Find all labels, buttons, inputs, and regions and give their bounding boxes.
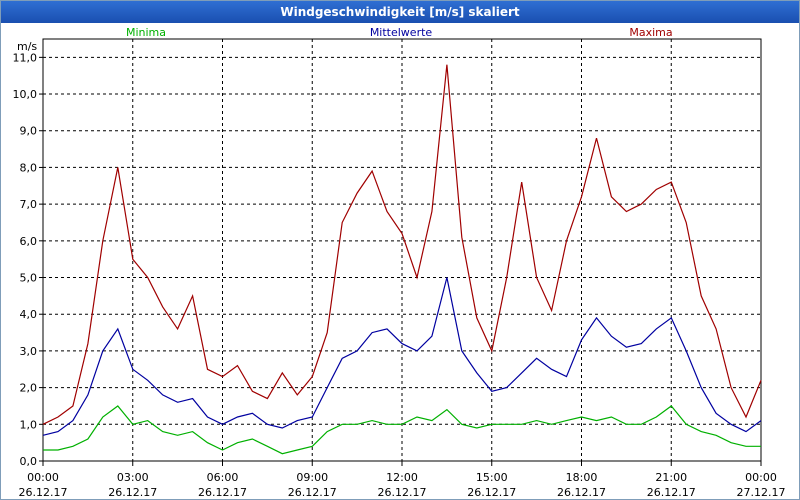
wind-speed-chart: 0,0 1,0 2,0 3,0 4,0 5,0 6,0 7,0 8,0 9,0 10,0 11,0 00… [13,26,786,499]
x-tick-date-label: 26.12.17 [557,486,606,499]
y-tick-label: 9,0 [20,125,38,138]
y-tick-label: 3,0 [20,345,38,358]
x-tick-time-label: 00:00 [745,471,777,484]
window-title: Windgeschwindigkeit [m/s] skaliert [1,1,799,23]
legend-minima: Minima [126,26,166,39]
x-tick-date-label: 26.12.17 [198,486,247,499]
x-tick-date-label: 27.12.17 [737,486,786,499]
y-tick-label: 0,0 [20,455,38,468]
legend-mittelwerte: Mittelwerte [370,26,433,39]
y-tick-label: 8,0 [20,161,38,174]
x-tick-time-label: 06:00 [207,471,239,484]
x-tick-date-label: 26.12.17 [378,486,427,499]
x-tick-time-label: 03:00 [117,471,149,484]
x-tick-time-label: 12:00 [386,471,418,484]
x-tick-time-label: 15:00 [476,471,508,484]
y-tick-label: 1,0 [20,418,38,431]
x-tick-date-label: 26.12.17 [288,486,337,499]
legend-maxima: Maxima [629,26,672,39]
x-tick-date-label: 26.12.17 [467,486,516,499]
x-tick-time-label: 18:00 [566,471,598,484]
x-tick-time-label: 09:00 [296,471,328,484]
x-tick-time-label: 21:00 [655,471,687,484]
x-tick-date-label: 26.12.17 [108,486,157,499]
y-tick-label: 4,0 [20,308,38,321]
y-tick-label: 7,0 [20,198,38,211]
x-tick-date-label: 26.12.17 [19,486,68,499]
x-tick-date-label: 26.12.17 [647,486,696,499]
y-tick-label: 6,0 [20,235,38,248]
chart-window: Windgeschwindigkeit [m/s] skaliert 0,0 1,… [0,0,800,500]
y-tick-label: 11,0 [13,51,38,64]
x-tick-time-label: 00:00 [27,471,59,484]
y-tick-label: 2,0 [20,382,38,395]
y-tick-label: 5,0 [20,272,38,285]
y-tick-label: 10,0 [13,88,38,101]
y-axis-unit-label: m/s [17,40,37,53]
